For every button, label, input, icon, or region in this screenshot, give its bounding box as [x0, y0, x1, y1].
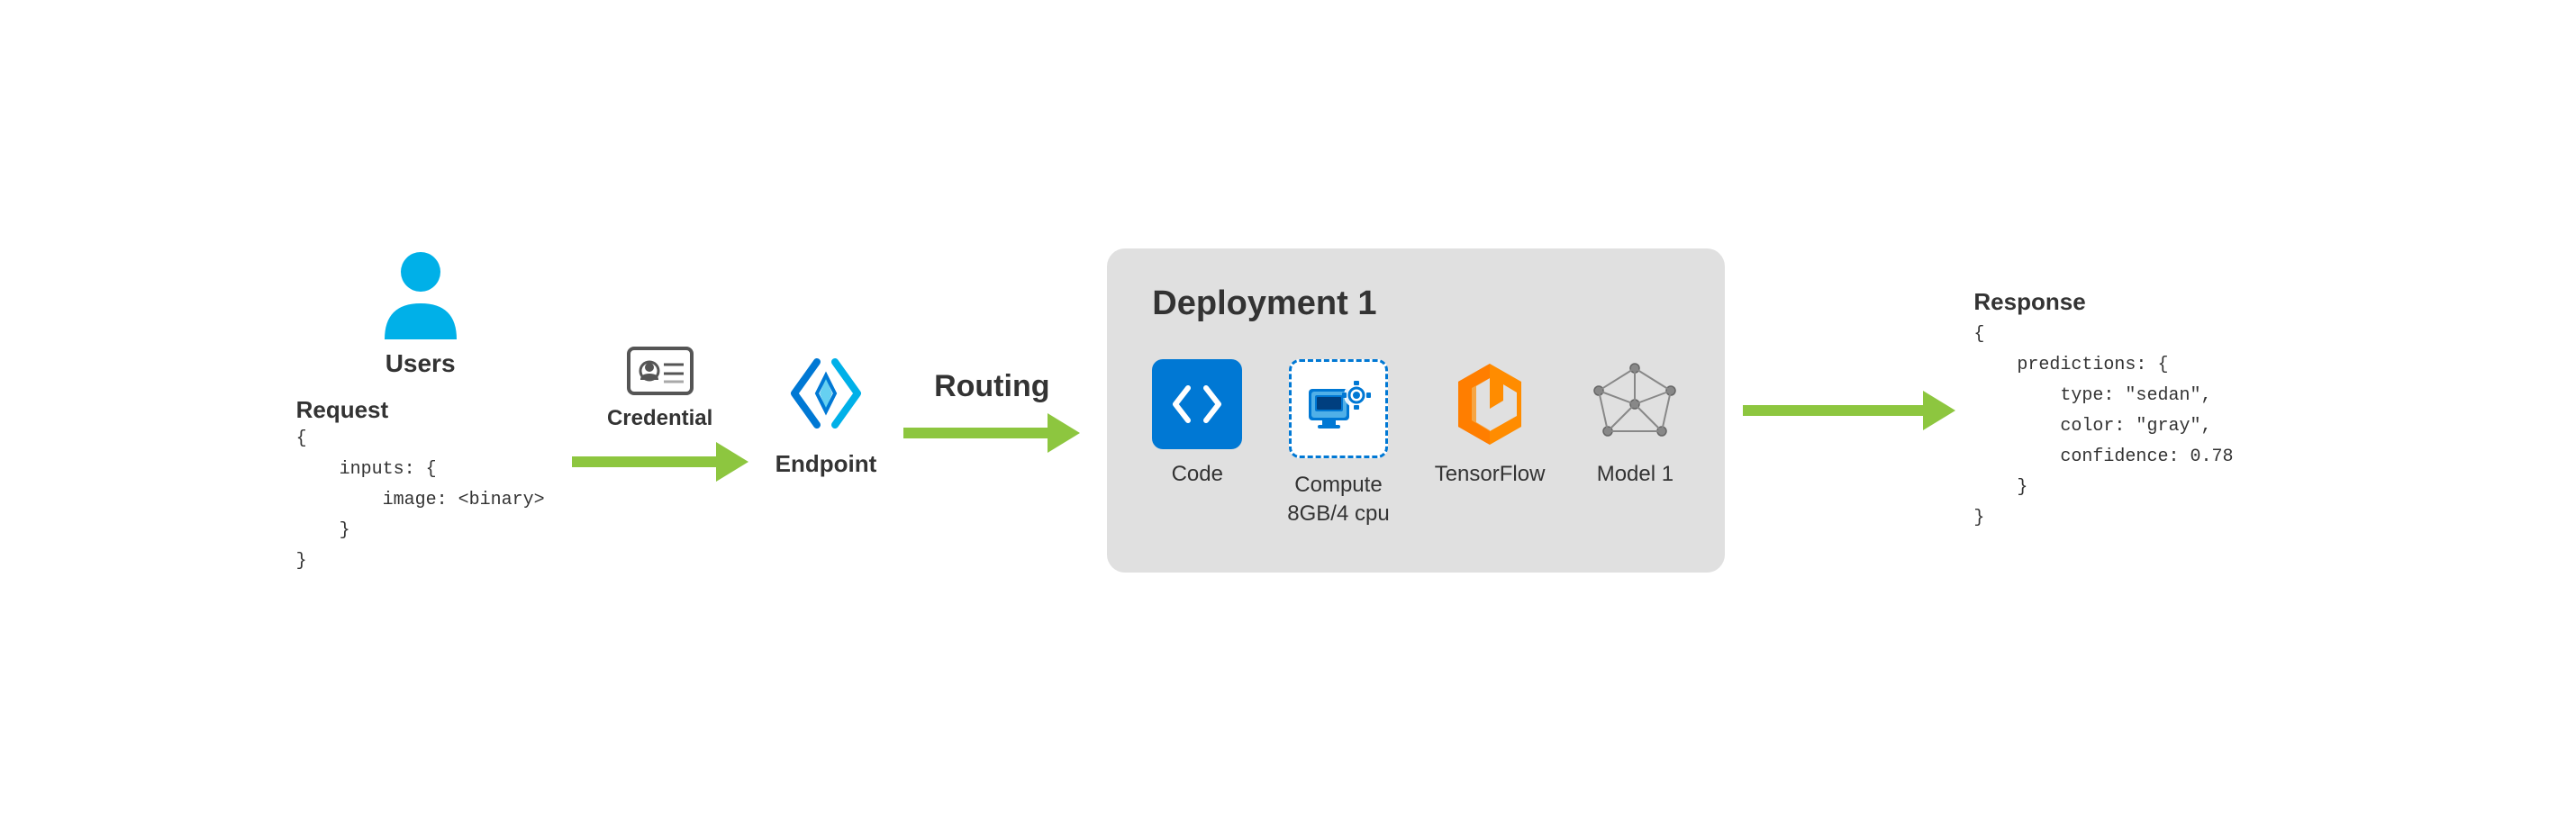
deploy-item-compute: Compute8GB/4 cpu	[1287, 359, 1389, 527]
credential-icon	[624, 339, 696, 402]
routing-label: Routing	[934, 369, 1049, 404]
tensorflow-label: TensorFlow	[1435, 462, 1546, 487]
endpoint-label: Endpoint	[776, 450, 877, 478]
user-icon	[376, 245, 466, 344]
credential-label: Credential	[607, 406, 712, 431]
endpoint-section: Endpoint	[776, 344, 877, 478]
deploy-item-code: Code	[1152, 359, 1242, 487]
tensorflow-icon	[1445, 359, 1535, 449]
deployment-items: Code	[1152, 359, 1680, 527]
deployment-title: Deployment 1	[1152, 284, 1680, 323]
deploy-item-model1: Model 1	[1590, 359, 1680, 487]
compute-icon	[1304, 375, 1372, 443]
credential-section: Credential	[607, 339, 712, 431]
response-block: Response { predictions: { type: "sedan",…	[1973, 288, 2280, 534]
diagram: Users Request { inputs: { image: <binary…	[0, 0, 2576, 821]
model1-icon	[1590, 359, 1680, 449]
deploy-item-tensorflow: TensorFlow	[1435, 359, 1546, 487]
users-label: Users	[385, 349, 456, 378]
deployment-box: Deployment 1 Code	[1107, 248, 1725, 572]
arrow-3-container	[1743, 391, 1955, 430]
arrow-1	[572, 442, 748, 482]
endpoint-icon	[776, 344, 875, 443]
code-label: Code	[1172, 462, 1223, 487]
model1-label: Model 1	[1597, 462, 1673, 487]
code-brackets-icon	[1168, 375, 1226, 433]
arrow-2	[903, 413, 1080, 453]
request-label: Request	[296, 396, 545, 424]
compute-label: Compute8GB/4 cpu	[1287, 471, 1389, 527]
request-block: Request { inputs: { image: <binary> } }	[296, 396, 545, 577]
compute-icon-box	[1289, 359, 1388, 458]
code-icon-box	[1152, 359, 1242, 449]
request-code: { inputs: { image: <binary> } }	[296, 424, 545, 577]
response-label: Response	[1973, 288, 2280, 316]
response-code: { predictions: { type: "sedan", color: "…	[1973, 320, 2280, 534]
